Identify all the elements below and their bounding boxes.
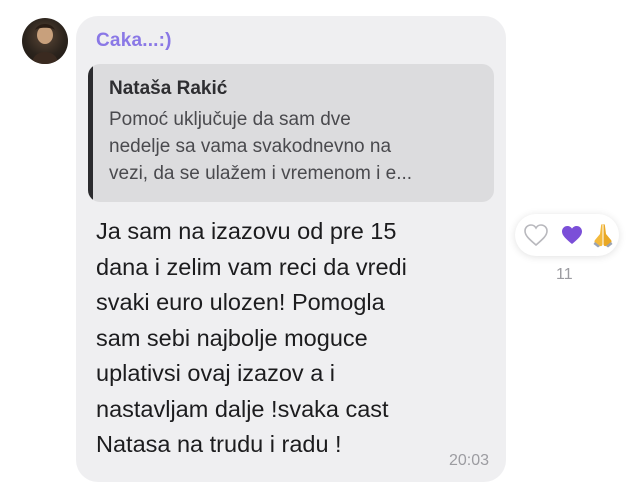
praying-hands-icon[interactable] [591, 222, 615, 248]
message-line: sam sebi najbolje moguce [96, 324, 368, 351]
reactions-bar[interactable] [515, 214, 619, 256]
quote-line: nedelje sa vama svakodnevno na [109, 136, 392, 157]
message-line: nastavljam dalje !svaka cast [96, 395, 389, 422]
reaction-count[interactable]: 11 [556, 266, 573, 284]
sender-name[interactable]: Caka...:) [96, 30, 172, 52]
message-line: dana i zelim vam reci da vredi [96, 253, 407, 280]
quote-line: Pomoć uključuje da sam dve [109, 109, 351, 130]
message-text: Ja sam na izazovu od pre 15 dana i zelim… [96, 214, 496, 463]
quoted-reply[interactable]: Nataša Rakić Pomoć uključuje da sam dve … [88, 64, 494, 202]
quote-accent-bar [88, 64, 93, 202]
quote-line: vezi, da se ulažem i vremenom i e... [109, 163, 413, 184]
quote-text: Pomoć uključuje da sam dve nedelje sa va… [109, 106, 489, 187]
message-bubble[interactable]: Caka...:) Nataša Rakić Pomoć uključuje d… [76, 16, 506, 482]
message-timestamp: 20:03 [448, 452, 489, 469]
sender-avatar[interactable] [22, 18, 68, 64]
message-line: uplativsi ovaj izazov a i [96, 360, 336, 386]
avatar-photo-icon [32, 24, 58, 64]
message-line: svaki euro ulozen! Pomogla [96, 289, 385, 315]
message-line: Natasa na trudu i radu ! [96, 431, 342, 457]
quote-author: Nataša Rakić [109, 78, 228, 99]
message-line: Ja sam na izazovu od pre 15 [96, 218, 397, 244]
heart-outline-icon[interactable] [523, 223, 549, 247]
purple-heart-icon[interactable] [561, 225, 583, 245]
